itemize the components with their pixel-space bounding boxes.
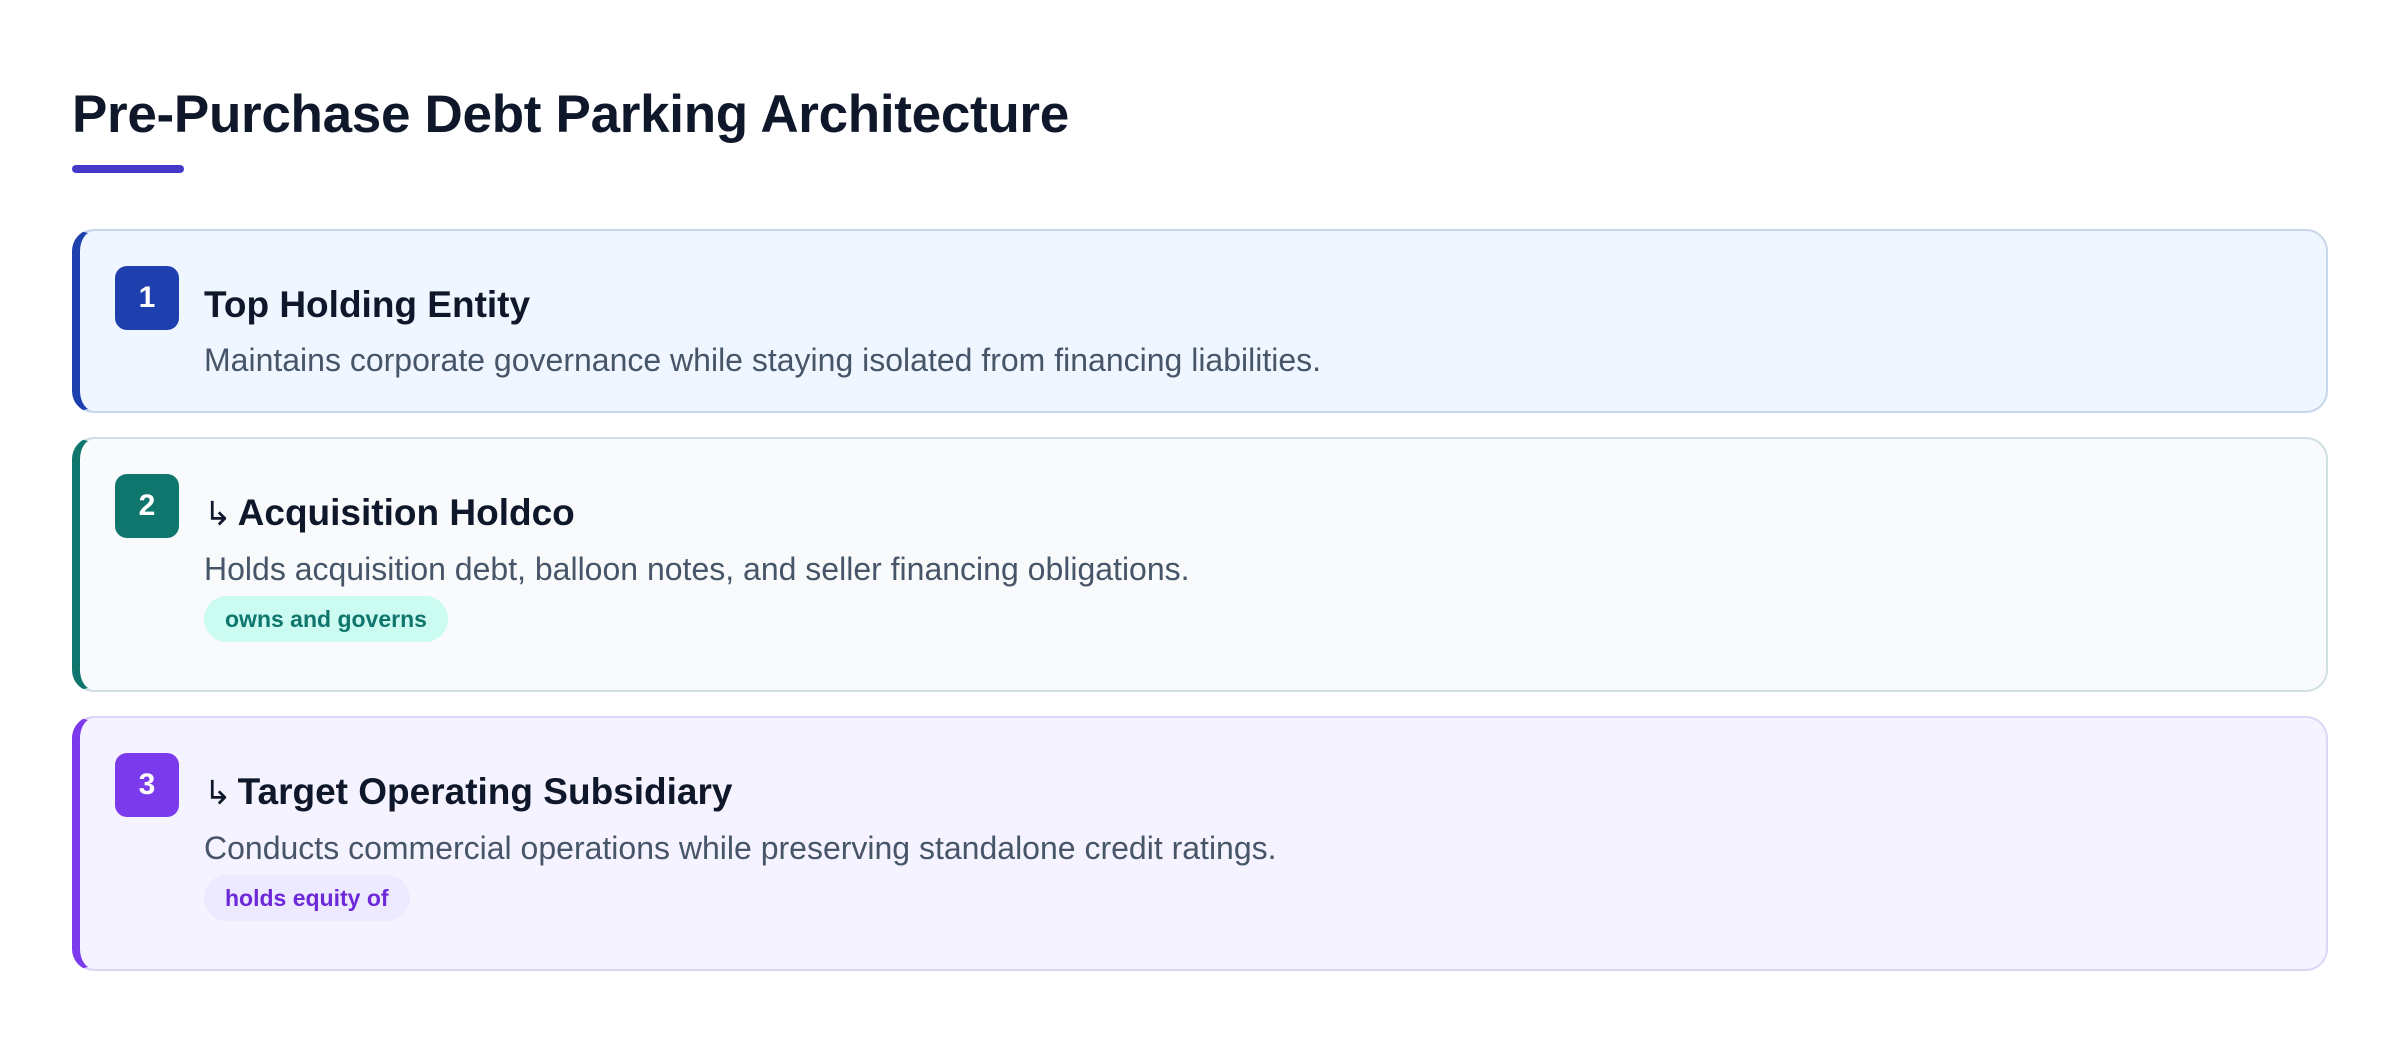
card-title: ↳ Target Operating Subsidiary bbox=[204, 770, 2286, 815]
relationship-tag: holds equity of bbox=[204, 875, 410, 921]
card-body: Top Holding Entity Maintains corporate g… bbox=[204, 283, 2286, 379]
card-title: Top Holding Entity bbox=[204, 283, 2286, 327]
entity-card-top-holding: 1 Top Holding Entity Maintains corporate… bbox=[72, 229, 2328, 413]
step-number-badge: 2 bbox=[115, 474, 179, 538]
card-title-text: Target Operating Subsidiary bbox=[237, 771, 733, 812]
card-title: ↳ Acquisition Holdco bbox=[204, 491, 2286, 536]
child-arrow-icon: ↳ bbox=[204, 773, 232, 812]
entity-card-target-subsidiary: 3 ↳ Target Operating Subsidiary Conducts… bbox=[72, 716, 2328, 971]
card-body: ↳ Acquisition Holdco Holds acquisition d… bbox=[204, 491, 2286, 642]
card-description: Conducts commercial operations while pre… bbox=[204, 830, 1277, 866]
step-number-badge: 3 bbox=[115, 753, 179, 817]
card-title-text: Acquisition Holdco bbox=[237, 492, 575, 533]
title-underline bbox=[72, 165, 184, 173]
relationship-tag: owns and governs bbox=[204, 596, 448, 642]
card-description: Holds acquisition debt, balloon notes, a… bbox=[204, 551, 1190, 587]
card-body: ↳ Target Operating Subsidiary Conducts c… bbox=[204, 770, 2286, 921]
page: Pre-Purchase Debt Parking Architecture 1… bbox=[72, 80, 2328, 971]
entity-stack: 1 Top Holding Entity Maintains corporate… bbox=[72, 229, 2328, 971]
step-number-badge: 1 bbox=[115, 266, 179, 330]
card-title-text: Top Holding Entity bbox=[204, 284, 531, 325]
card-description: Maintains corporate governance while sta… bbox=[204, 342, 1322, 378]
child-arrow-icon: ↳ bbox=[204, 494, 232, 533]
entity-card-acquisition-holdco: 2 ↳ Acquisition Holdco Holds acquisition… bbox=[72, 437, 2328, 692]
page-title: Pre-Purchase Debt Parking Architecture bbox=[72, 85, 1069, 144]
